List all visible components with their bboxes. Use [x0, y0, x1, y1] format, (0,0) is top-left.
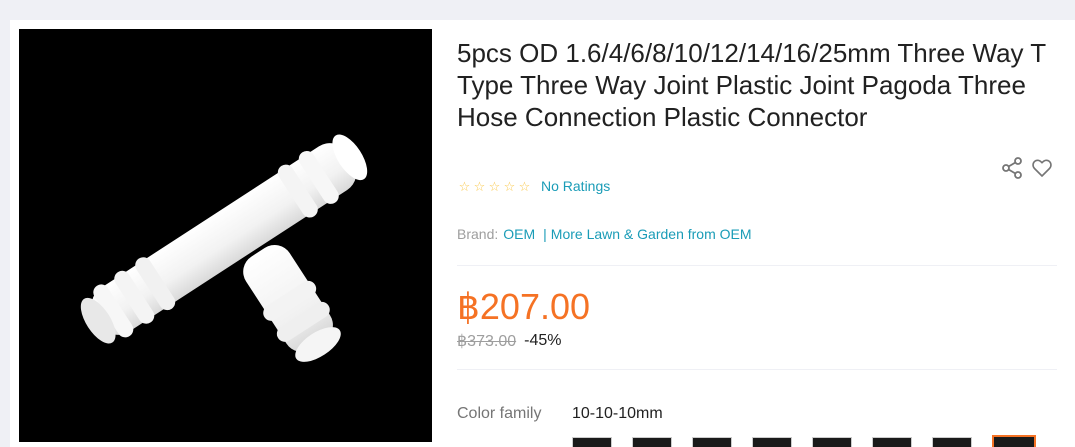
variant-swatch[interactable]	[572, 437, 612, 447]
rating-stars: ☆ ☆ ☆ ☆ ☆	[457, 180, 532, 193]
connector-illustration	[19, 29, 432, 442]
brand-label: Brand:	[457, 226, 499, 242]
share-icon[interactable]	[1000, 156, 1024, 180]
rating-row: ☆ ☆ ☆ ☆ ☆ No Ratings	[457, 176, 611, 196]
color-family-row: Color family 10-10-10mm	[457, 405, 663, 423]
variant-swatch[interactable]	[872, 437, 912, 447]
selected-variant: 10-10-10mm	[572, 405, 663, 422]
star-icon: ☆	[488, 178, 501, 194]
star-icon: ☆	[458, 178, 471, 194]
original-price: ฿373.00	[457, 333, 517, 350]
divider	[457, 369, 1057, 370]
star-icon: ☆	[473, 178, 486, 194]
product-info: 5pcs OD 1.6/4/6/8/10/12/14/16/25mm Three…	[457, 20, 1075, 447]
product-title: 5pcs OD 1.6/4/6/8/10/12/14/16/25mm Three…	[457, 38, 1046, 132]
more-from-brand-link[interactable]: More Lawn & Garden from OEM	[551, 226, 752, 242]
brand-row: Brand: OEM | More Lawn & Garden from OEM	[457, 226, 752, 242]
variant-swatch-selected[interactable]	[992, 435, 1036, 447]
variant-swatch[interactable]	[932, 437, 972, 447]
current-price: ฿207.00	[457, 286, 591, 327]
variant-swatch[interactable]	[692, 437, 732, 447]
product-image[interactable]	[19, 29, 432, 442]
price-meta: ฿373.00 -45%	[457, 331, 561, 351]
variant-swatch[interactable]	[752, 437, 792, 447]
star-icon: ☆	[503, 178, 516, 194]
variant-swatch[interactable]	[812, 437, 852, 447]
variant-swatch[interactable]	[632, 437, 672, 447]
discount-percent: -45%	[524, 332, 562, 349]
product-card: 5pcs OD 1.6/4/6/8/10/12/14/16/25mm Three…	[10, 20, 1075, 447]
divider	[457, 265, 1057, 266]
color-family-label: Color family	[457, 405, 542, 422]
ratings-link[interactable]: No Ratings	[541, 178, 610, 194]
star-icon: ☆	[518, 178, 531, 194]
brand-link[interactable]: OEM	[503, 226, 535, 242]
variant-swatches	[572, 435, 1036, 447]
heart-icon[interactable]	[1030, 156, 1054, 180]
brand-separator: |	[543, 226, 547, 242]
